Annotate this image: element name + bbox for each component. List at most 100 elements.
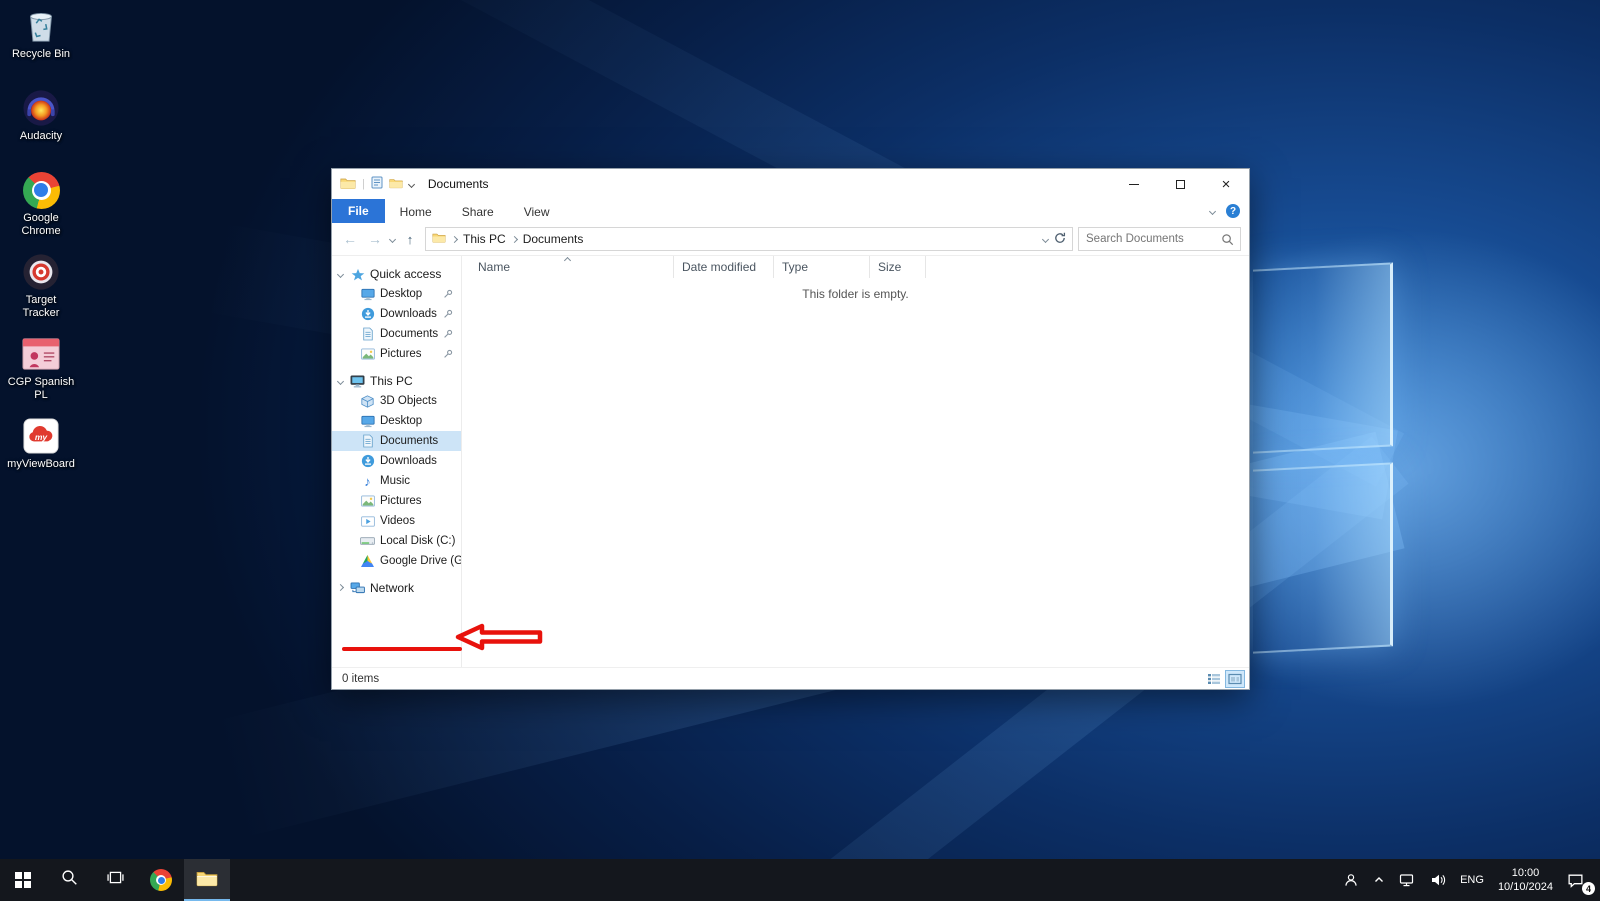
action-center-button[interactable]: 4 (1560, 859, 1596, 901)
large-icons-view-button[interactable] (1225, 669, 1245, 688)
documents-icon (360, 327, 375, 342)
breadcrumb-this-pc[interactable]: This PC (463, 232, 506, 246)
window-controls: × (1111, 169, 1249, 199)
system-tray: ENG 10:00 10/10/2024 4 (1336, 859, 1600, 901)
myviewboard-icon: my (21, 416, 61, 456)
breadcrumb-documents[interactable]: Documents (523, 232, 584, 246)
new-folder-button[interactable] (389, 177, 403, 192)
music-icon: ♪ (364, 473, 371, 489)
network-tray-icon[interactable] (1392, 859, 1423, 901)
search-input[interactable] (1079, 233, 1221, 245)
volume-icon[interactable] (1423, 859, 1453, 901)
task-view-button[interactable] (92, 859, 138, 901)
nav-item-downloads[interactable]: Downloads (332, 451, 461, 471)
expand-caret-icon[interactable] (336, 583, 345, 592)
desktop-icon-target-tracker[interactable]: Target Tracker (2, 252, 80, 334)
column-header-name[interactable]: Name (462, 256, 674, 278)
desktop-icon-myviewboard[interactable]: my myViewBoard (2, 416, 80, 498)
location-folder-icon (432, 232, 446, 246)
properties-button[interactable] (371, 176, 383, 192)
svg-text:my: my (35, 432, 49, 442)
search-icon[interactable] (1221, 233, 1240, 246)
tab-file[interactable]: File (332, 199, 385, 223)
taskbar-file-explorer-button[interactable] (184, 859, 230, 901)
help-icon[interactable]: ? (1226, 204, 1240, 218)
nav-label: Videos (380, 515, 415, 527)
nav-item-videos[interactable]: Videos (332, 511, 461, 531)
details-view-button[interactable] (1204, 670, 1224, 688)
target-tracker-icon (21, 252, 61, 292)
tab-home[interactable]: Home (385, 199, 447, 223)
address-bar-row: ← → ↑ This PC Documents (332, 223, 1249, 256)
nav-label: Pictures (380, 495, 422, 507)
item-count: 0 items (342, 672, 380, 685)
nav-item-qa-pictures[interactable]: Pictures (332, 344, 461, 364)
tab-view[interactable]: View (509, 199, 565, 223)
nav-item-desktop[interactable]: Desktop (332, 411, 461, 431)
back-button[interactable]: ← (340, 232, 360, 246)
nav-section-this-pc[interactable]: This PC (332, 371, 461, 391)
people-button[interactable] (1336, 859, 1366, 901)
nav-section-network[interactable]: Network (332, 578, 461, 598)
taskbar-search-button[interactable] (46, 859, 92, 901)
desktop-icon-label: Google Chrome (21, 212, 61, 237)
pin-icon (443, 349, 453, 359)
customize-toolbar-caret-icon[interactable] (407, 180, 415, 188)
desktop-icon-audacity[interactable]: Audacity (2, 88, 80, 170)
nav-item-music[interactable]: ♪ Music (332, 471, 461, 491)
nav-item-local-disk-c[interactable]: Local Disk (C:) (332, 531, 461, 551)
close-button[interactable]: × (1203, 169, 1249, 199)
up-button[interactable]: ↑ (400, 233, 420, 246)
search-box (1078, 227, 1241, 251)
forward-button[interactable]: → (365, 232, 385, 246)
nav-item-documents[interactable]: Documents (332, 431, 461, 451)
nav-item-qa-desktop[interactable]: Desktop (332, 284, 461, 304)
nav-label: Desktop (380, 415, 423, 427)
language-indicator[interactable]: ENG (1453, 859, 1491, 901)
desktop-icon-list: Recycle Bin Audacity Google Chrome Targe… (2, 6, 80, 498)
column-header-size[interactable]: Size (870, 256, 926, 278)
maximize-button[interactable] (1157, 169, 1203, 199)
nav-label: Downloads (380, 455, 437, 467)
window-title: Documents (427, 177, 489, 191)
minimize-button[interactable] (1111, 169, 1157, 199)
taskbar-clock[interactable]: 10:00 10/10/2024 (1491, 859, 1560, 901)
nav-item-pictures[interactable]: Pictures (332, 491, 461, 511)
desktop-icon-label: CGP Spanish PL (7, 376, 75, 401)
desktop-icon-recycle-bin[interactable]: Recycle Bin (2, 6, 80, 88)
refresh-icon[interactable] (1054, 232, 1066, 247)
column-header-type[interactable]: Type (774, 256, 870, 278)
nav-section-quick-access[interactable]: Quick access (332, 264, 461, 284)
desktop-icon-cgp-spanish[interactable]: CGP Spanish PL (2, 334, 80, 416)
address-bar[interactable]: This PC Documents (425, 227, 1073, 251)
file-list-area: Name Date modified Type Size This folder… (462, 256, 1249, 667)
column-header-date-modified[interactable]: Date modified (674, 256, 774, 278)
desktop-icon-label: Target Tracker (22, 294, 60, 319)
show-hidden-icons-chevron[interactable] (1366, 859, 1392, 901)
start-button[interactable] (0, 859, 46, 901)
tab-share[interactable]: Share (447, 199, 509, 223)
desktop-icon-label: myViewBoard (7, 458, 75, 470)
explorer-window-icon (340, 176, 356, 193)
recent-locations-caret-icon[interactable] (388, 235, 397, 243)
nav-item-qa-downloads[interactable]: Downloads (332, 304, 461, 324)
breadcrumb-chevron-icon[interactable] (450, 235, 459, 243)
collapse-caret-icon[interactable] (336, 377, 345, 386)
taskbar-chrome-button[interactable] (138, 859, 184, 901)
breadcrumb-chevron-icon[interactable] (510, 235, 518, 243)
view-toggles (1203, 669, 1245, 688)
windows-logo-pane (1253, 262, 1393, 454)
toolbar-separator: | (362, 178, 365, 190)
nav-item-qa-documents[interactable]: Documents (332, 324, 461, 344)
nav-label: Desktop (380, 288, 423, 300)
nav-item-3d-objects[interactable]: 3D Objects (332, 391, 461, 411)
expand-ribbon-caret-icon[interactable] (1208, 207, 1217, 215)
nav-label: Documents (380, 328, 439, 340)
pin-icon (443, 329, 453, 339)
collapse-caret-icon[interactable] (336, 270, 345, 279)
desktop-icon-google-chrome[interactable]: Google Chrome (2, 170, 80, 252)
windows-logo-icon (15, 872, 31, 888)
nav-item-google-drive[interactable]: Google Drive (G:) (332, 551, 461, 571)
chrome-icon (150, 869, 172, 891)
address-dropdown-caret-icon[interactable] (1041, 235, 1050, 243)
